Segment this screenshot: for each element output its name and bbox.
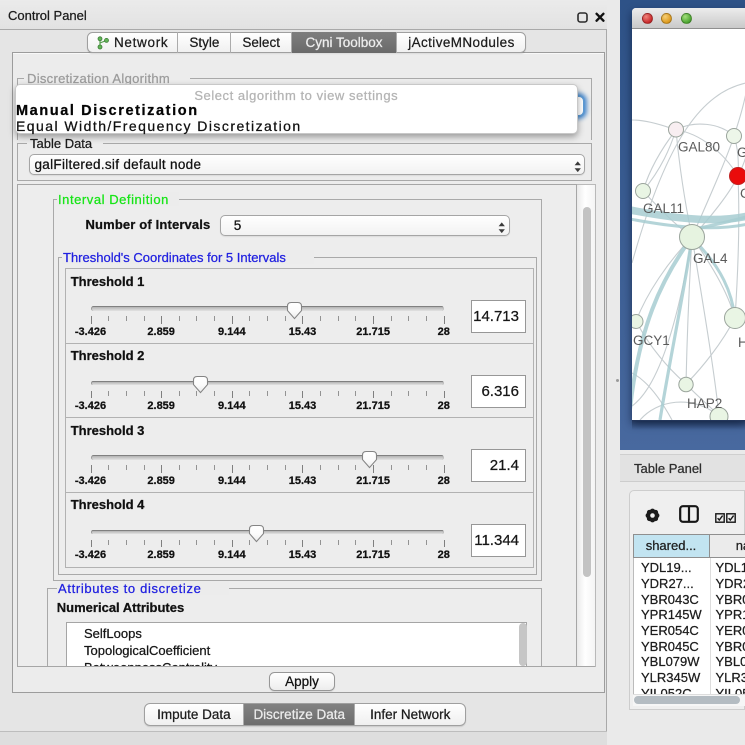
- svg-text:GCY1: GCY1: [633, 333, 670, 348]
- svg-text:HAP2: HAP2: [687, 396, 722, 411]
- svg-text:GAL11: GAL11: [643, 201, 684, 216]
- svg-text:H: H: [738, 335, 745, 350]
- svg-text:C: C: [740, 186, 745, 201]
- svg-text:GAL4: GAL4: [693, 251, 728, 266]
- svg-text:GAL: GAL: [737, 145, 745, 160]
- svg-text:GAL80: GAL80: [678, 140, 720, 155]
